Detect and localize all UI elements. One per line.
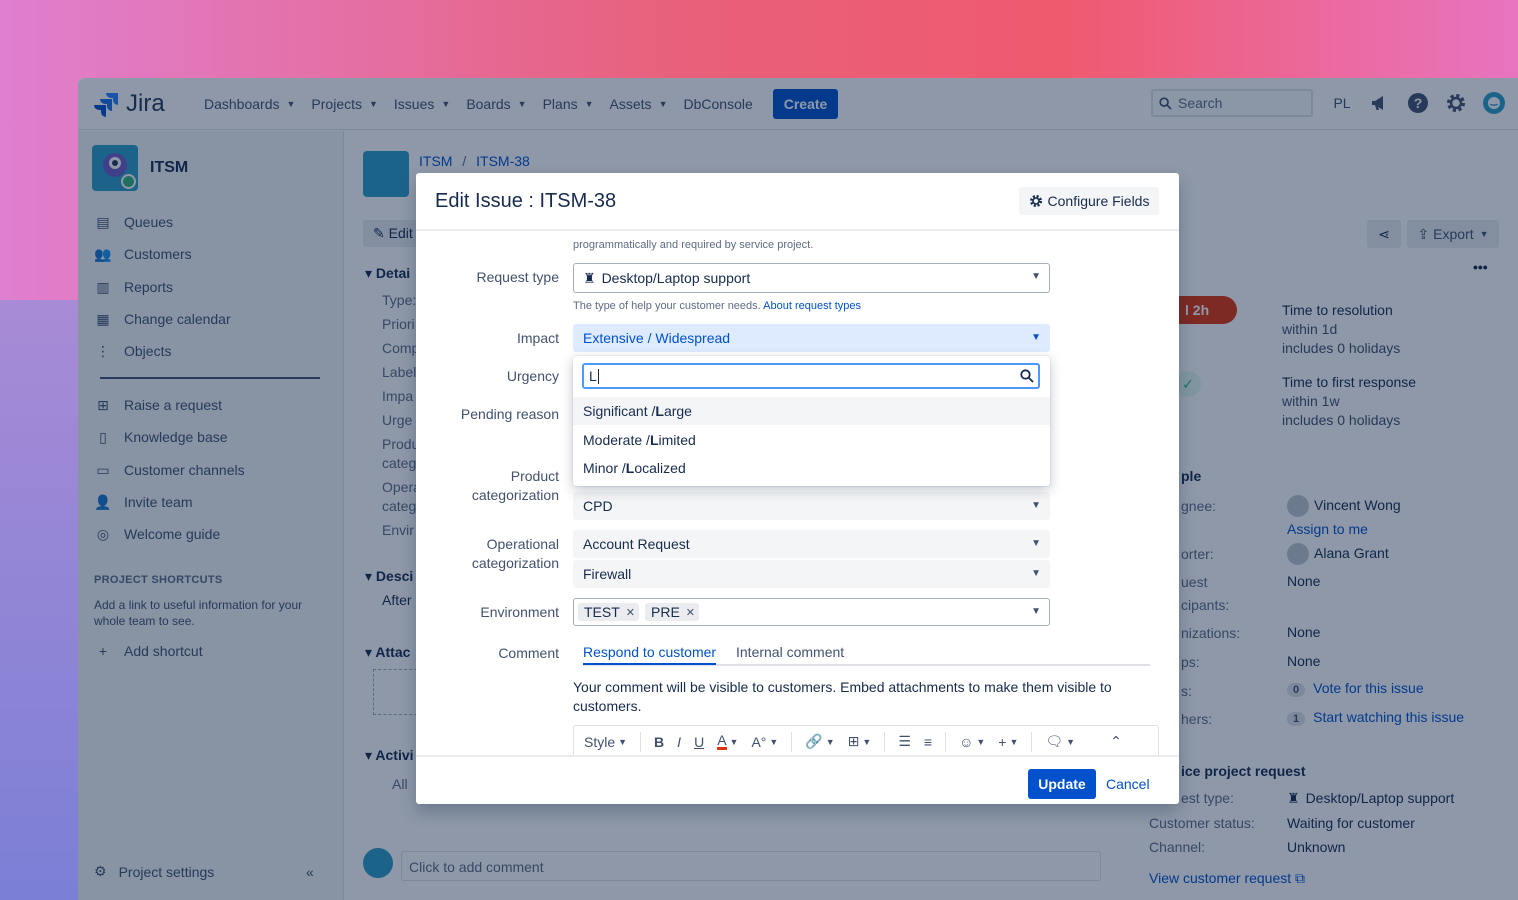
collapse-toolbar-icon[interactable]: ⌃ [1110,733,1122,750]
bold-icon[interactable]: B [654,734,664,750]
request-type-icon: ♜ [583,269,596,286]
toolbar-divider [640,731,642,752]
request-type-help: The type of help your customer needs. Ab… [573,300,861,312]
urgency-search-value: L [589,368,597,384]
remove-tag-icon[interactable]: ✕ [686,606,695,619]
cancel-button[interactable]: Cancel [1106,776,1150,792]
environment-tag: PRE ✕ [645,603,700,621]
chevron-down-icon: ▼ [1031,271,1041,282]
insert-plus-icon[interactable]: + ▼ [998,734,1018,750]
attachment-icon[interactable]: ⊞ ▼ [848,733,872,750]
gear-icon [1029,195,1042,207]
text-style-dropdown[interactable]: Style ▼ [584,734,627,750]
editor-toolbar: Style ▼ B I U A ▼ A° ▼ 🔗 ▼ ⊞ ▼ ☰ ≡ ☺ ▼ + ▼ 🗨 ▼ ⌃ [573,725,1159,757]
option-text: ocalized [634,460,686,476]
comment-tabs: Respond to customer Internal comment [583,644,1150,666]
request-type-help-text: The type of help your customer needs. [573,300,761,312]
chevron-down-icon: ▼ [1031,500,1041,511]
label-line: categorization [471,487,559,503]
chevron-down-icon: ▼ [618,736,628,747]
operational-categorization-select-2[interactable]: Firewall ▼ [573,560,1050,588]
pending-reason-label: Pending reason [460,406,559,422]
text-cursor [597,368,599,384]
environment-label: Environment [480,604,559,620]
urgency-option-moderate-limited[interactable]: Moderate / Limited [573,426,1050,454]
toolbar-divider [945,731,947,752]
environment-multiselect[interactable]: TEST ✕ PRE ✕ ▼ [573,598,1050,626]
toolbar-divider [1031,731,1033,752]
operational-categorization-value: Firewall [583,566,632,582]
dialog-title: Edit Issue : ITSM-38 [435,190,617,212]
product-categorization-label: Product categorization [472,467,559,505]
comment-label: Comment [498,645,559,661]
text-style-label: Style [584,733,616,750]
bullet-list-icon[interactable]: ☰ [898,733,911,750]
toolbar-divider [791,731,793,752]
urgency-dropdown-menu: L Significant / Large Moderate / Limited… [573,356,1050,486]
request-type-label: Request type [476,269,560,285]
option-text: arge [663,403,692,419]
option-match: L [655,403,664,419]
canned-response-icon[interactable]: 🗨 ▼ [1045,733,1075,750]
option-text: imited [658,432,696,448]
toolbar-divider [884,731,886,752]
update-button[interactable]: Update [1028,769,1096,799]
impact-label: Impact [516,330,559,346]
underline-icon[interactable]: U [694,734,704,750]
product-categorization-select[interactable]: CPD ▼ [573,492,1050,520]
chevron-down-icon: ▼ [1031,568,1041,579]
about-request-types-link[interactable]: About request types [763,300,861,312]
operational-categorization-label: Operational categorization [472,535,559,573]
operational-categorization-value: Account Request [583,536,690,552]
comment-visibility-note: Your comment will be visible to customer… [573,679,1112,714]
option-match: L [625,460,635,476]
link-icon[interactable]: 🔗 ▼ [805,733,834,750]
urgency-search-input[interactable]: L [582,363,1040,389]
label-line: Operational [486,536,559,552]
tab-respond-to-customer[interactable]: Respond to customer [583,644,717,665]
option-match: L [649,432,659,448]
numbered-list-icon[interactable]: ≡ [924,734,932,750]
top-help-text: programmatically and required by service… [573,239,814,251]
request-type-select[interactable]: ♜ Desktop/Laptop support ▼ [573,263,1050,293]
emoji-icon[interactable]: ☺ ▼ [959,734,985,750]
chevron-down-icon: ▼ [1031,332,1041,343]
request-type-value: Desktop/Laptop support [601,270,751,286]
italic-icon[interactable]: I [677,734,681,750]
option-text: Minor / [583,460,626,476]
product-categorization-value: CPD [583,498,613,514]
option-text: Moderate / [583,432,650,448]
remove-tag-icon[interactable]: ✕ [626,606,635,619]
environment-tag: TEST ✕ [578,603,639,621]
label-line: Product [510,468,559,484]
tab-internal-comment[interactable]: Internal comment [736,644,844,660]
configure-fields-label: Configure Fields [1047,193,1150,209]
chevron-down-icon: ▼ [1031,538,1041,549]
label-line: categorization [471,555,559,571]
search-icon [1020,369,1034,383]
impact-value: Extensive / Widespread [583,330,731,346]
configure-fields-button[interactable]: Configure Fields [1019,187,1159,215]
tag-label: TEST [584,604,620,620]
dialog-footer: Update Cancel [416,755,1179,804]
chevron-down-icon: ▼ [1031,606,1041,617]
more-formatting-icon[interactable]: A° ▼ [751,734,778,750]
operational-categorization-select-1[interactable]: Account Request ▼ [573,530,1050,558]
option-text: Significant / [583,403,656,419]
urgency-label: Urgency [506,368,559,384]
dialog-header: Edit Issue : ITSM-38 Configure Fields [416,173,1179,231]
urgency-option-minor-localized[interactable]: Minor / Localized [573,454,1050,482]
text-color-icon[interactable]: A ▼ [717,733,738,750]
urgency-option-significant-large[interactable]: Significant / Large [573,397,1050,425]
tag-label: PRE [651,604,680,620]
edit-issue-dialog: Edit Issue : ITSM-38 Configure Fields pr… [416,173,1179,804]
impact-select[interactable]: Extensive / Widespread ▼ [573,324,1050,352]
